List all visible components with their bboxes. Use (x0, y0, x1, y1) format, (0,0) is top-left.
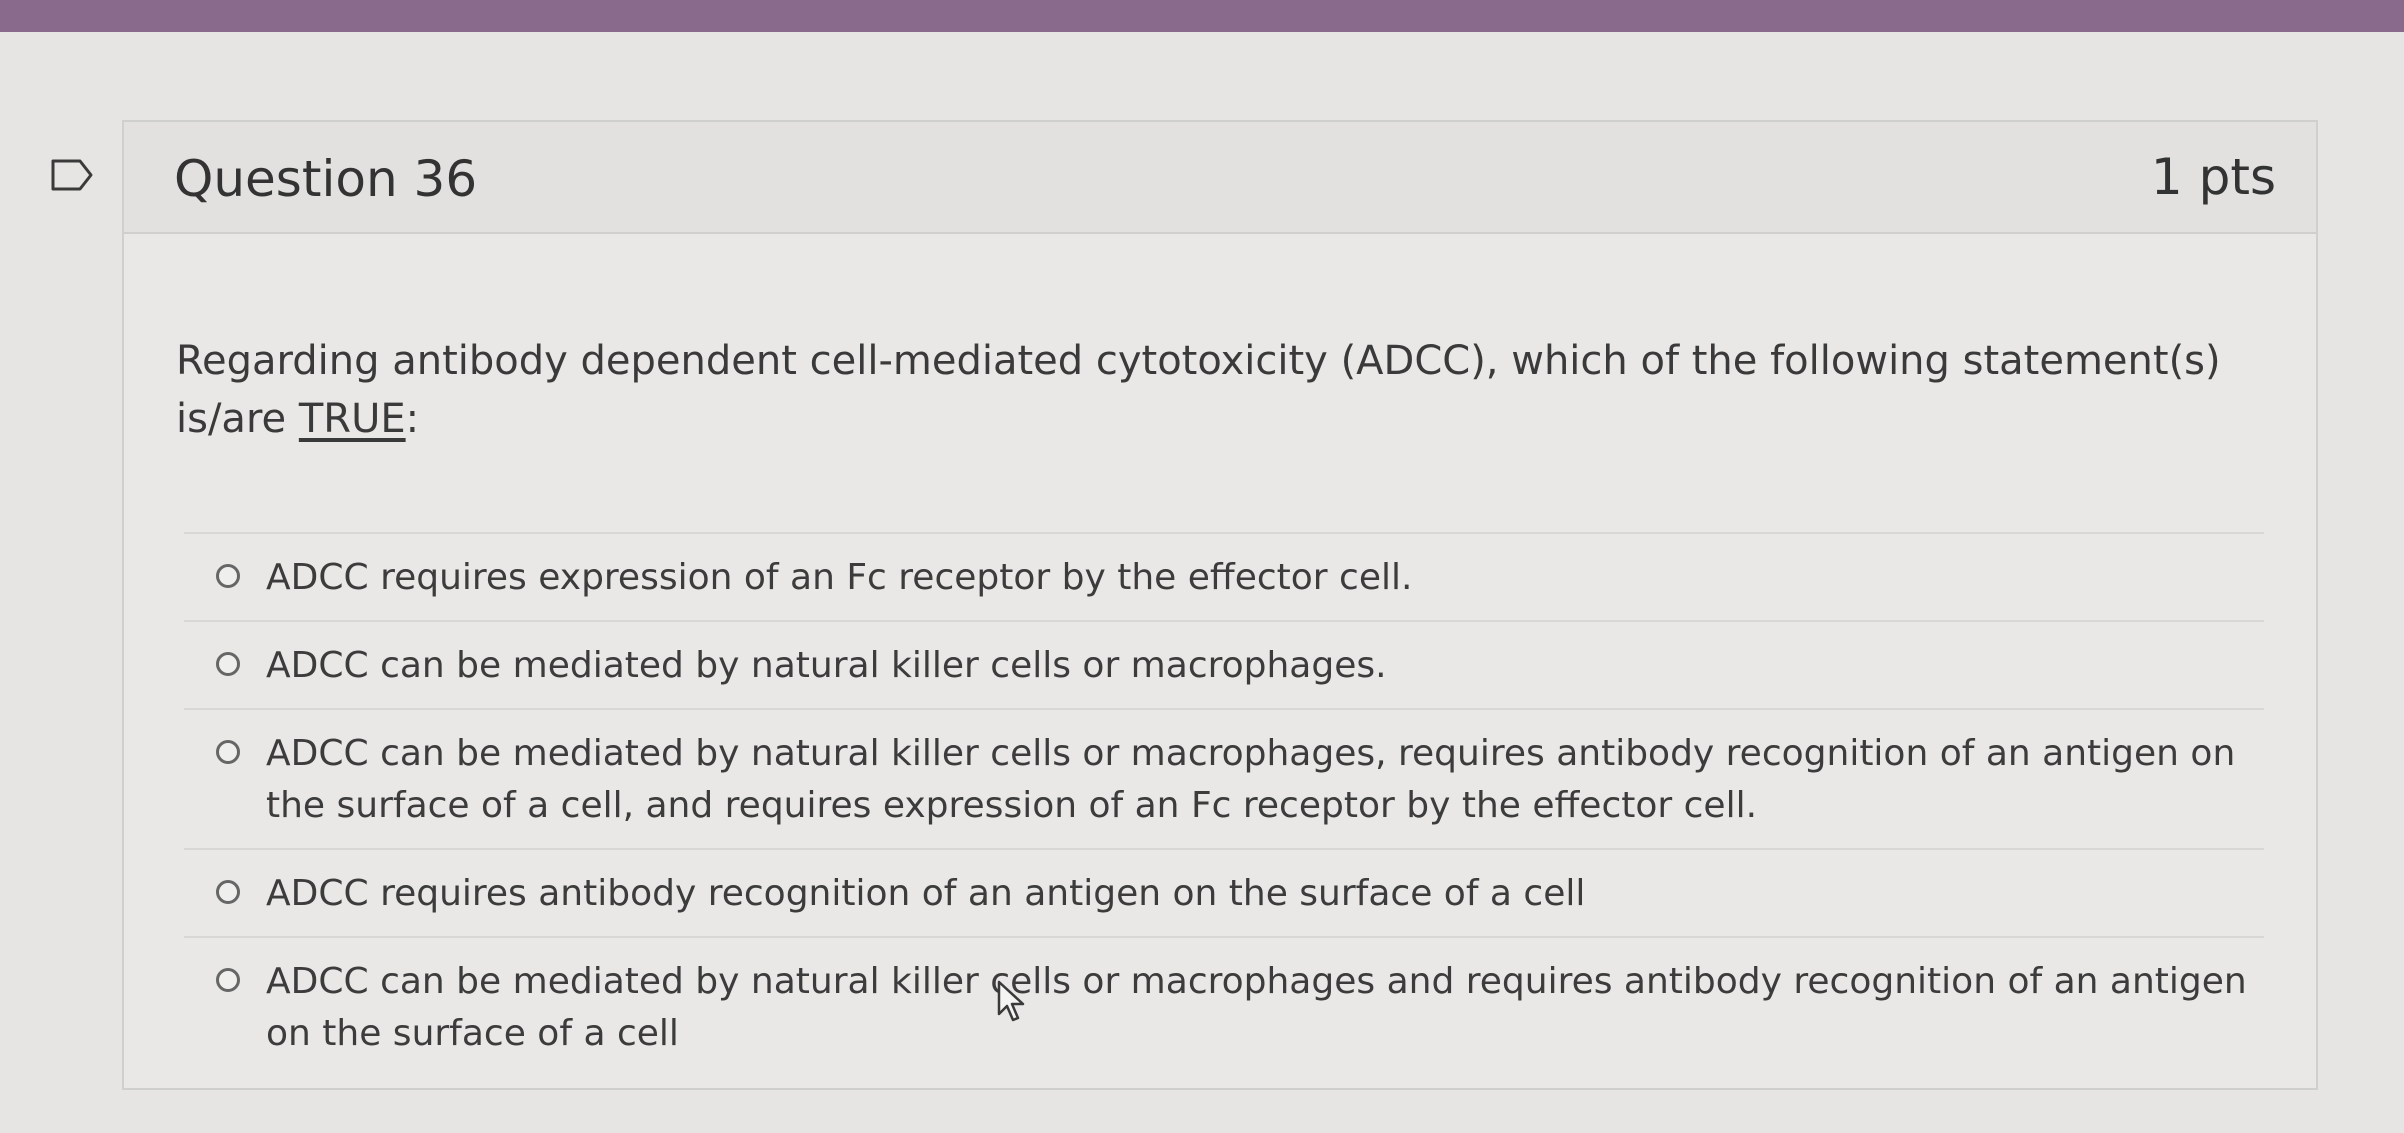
radio-button[interactable] (216, 740, 240, 764)
answer-option[interactable]: ADCC requires expression of an Fc recept… (184, 532, 2264, 620)
answer-label: ADCC requires expression of an Fc recept… (266, 557, 1413, 598)
mouse-pointer-icon (997, 980, 1025, 1022)
question-text-suffix: : (405, 396, 420, 442)
question-text: Regarding antibody dependent cell-mediat… (176, 332, 2236, 448)
answer-list: ADCC requires expression of an Fc recept… (184, 532, 2264, 1076)
answer-label: ADCC can be mediated by natural killer c… (266, 645, 1387, 686)
question-points: 1 pts (2150, 148, 2276, 206)
answer-option[interactable]: ADCC can be mediated by natural killer c… (184, 708, 2264, 848)
browser-top-band (0, 0, 2404, 32)
question-header: Question 36 1 pts (124, 122, 2316, 234)
radio-button[interactable] (216, 880, 240, 904)
radio-button[interactable] (216, 652, 240, 676)
answer-option[interactable]: ADCC can be mediated by natural killer c… (184, 620, 2264, 708)
answer-label: ADCC can be mediated by natural killer c… (266, 961, 2247, 1054)
answer-label: ADCC can be mediated by natural killer c… (266, 733, 2236, 826)
radio-button[interactable] (216, 564, 240, 588)
flag-icon[interactable] (50, 158, 94, 192)
question-text-emphasis: TRUE (298, 396, 406, 442)
question-title: Question 36 (174, 150, 478, 208)
radio-button[interactable] (216, 968, 240, 992)
question-card: Question 36 1 pts Regarding antibody dep… (122, 120, 2318, 1090)
answer-option[interactable]: ADCC requires antibody recognition of an… (184, 848, 2264, 936)
answer-option[interactable]: ADCC can be mediated by natural killer c… (184, 936, 2264, 1076)
question-text-prefix: Regarding antibody dependent cell-mediat… (176, 338, 2221, 442)
answer-label: ADCC requires antibody recognition of an… (266, 873, 1586, 914)
